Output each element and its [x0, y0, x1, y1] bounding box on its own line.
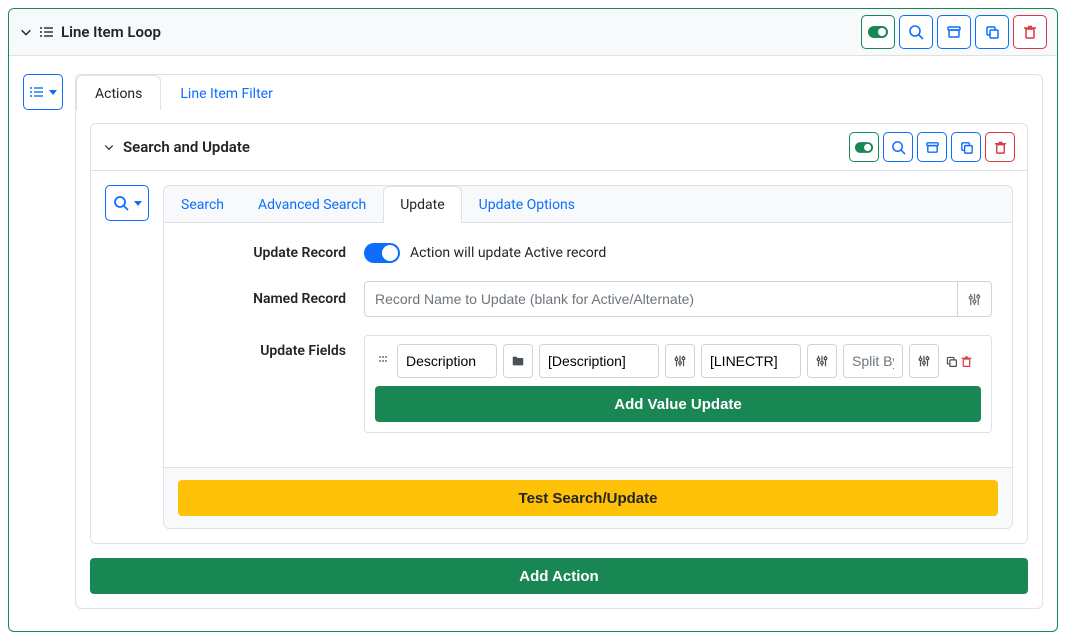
- value2-settings-button[interactable]: [807, 344, 837, 378]
- named-record-input[interactable]: [364, 281, 958, 317]
- subtab-update[interactable]: Update: [383, 186, 461, 223]
- action-search-button[interactable]: [883, 132, 913, 162]
- search-update-subhost: Search Advanced Search Update Update Opt…: [163, 185, 1013, 529]
- action-title-text: Search and Update: [123, 138, 250, 156]
- action-copy-button[interactable]: [951, 132, 981, 162]
- value1-settings-button[interactable]: [665, 344, 695, 378]
- panel-search-button[interactable]: [899, 15, 933, 49]
- row-delete-button[interactable]: [960, 355, 973, 368]
- action-enable-toggle[interactable]: [849, 132, 879, 162]
- subtab-update-options[interactable]: Update Options: [462, 186, 592, 223]
- tab-actions[interactable]: Actions: [76, 75, 161, 110]
- actions-list-dropdown[interactable]: [23, 74, 63, 110]
- field-row: [375, 344, 981, 378]
- value1-input[interactable]: [539, 344, 659, 378]
- subtab-search[interactable]: Search: [164, 186, 241, 223]
- field-name-input[interactable]: [397, 344, 497, 378]
- panel-title: Line Item Loop: [61, 23, 161, 41]
- named-record-label: Named Record: [184, 291, 364, 307]
- add-action-button[interactable]: Add Action: [90, 558, 1028, 594]
- update-record-hint: Action will update Active record: [410, 245, 606, 261]
- add-value-update-button[interactable]: Add Value Update: [375, 386, 981, 422]
- tab-line-item-filter[interactable]: Line Item Filter: [161, 75, 291, 110]
- update-fields-label: Update Fields: [184, 335, 364, 359]
- action-body: Search Advanced Search Update Update Opt…: [90, 171, 1028, 544]
- update-fields-box: Add Value Update: [364, 335, 992, 433]
- split-by-input[interactable]: [843, 344, 903, 378]
- drag-handle-icon[interactable]: [375, 354, 391, 368]
- caret-down-icon: [134, 201, 142, 206]
- action-header: Search and Update: [90, 123, 1028, 171]
- subtab-advanced-search[interactable]: Advanced Search: [241, 186, 383, 223]
- split-settings-button[interactable]: [909, 344, 939, 378]
- panel-archive-button[interactable]: [937, 15, 971, 49]
- panel-header: Line Item Loop: [9, 9, 1057, 56]
- update-record-label: Update Record: [184, 245, 364, 261]
- test-search-update-button[interactable]: Test Search/Update: [178, 480, 998, 516]
- caret-down-icon: [49, 90, 57, 95]
- named-record-settings-button[interactable]: [958, 281, 992, 317]
- panel-delete-button[interactable]: [1013, 15, 1047, 49]
- line-item-loop-panel: Line Item Loop: [8, 8, 1058, 632]
- action-delete-button[interactable]: [985, 132, 1015, 162]
- action-archive-button[interactable]: [917, 132, 947, 162]
- panel-enable-toggle[interactable]: [861, 15, 895, 49]
- row-copy-button[interactable]: [945, 355, 958, 368]
- list-icon: [39, 24, 55, 40]
- update-record-toggle[interactable]: [364, 243, 400, 263]
- search-mode-dropdown[interactable]: [105, 185, 149, 221]
- chevron-down-icon[interactable]: [103, 141, 115, 153]
- panel-copy-button[interactable]: [975, 15, 1009, 49]
- value2-input[interactable]: [701, 344, 801, 378]
- main-tab-host: Actions Line Item Filter Search and Upda…: [75, 74, 1043, 609]
- chevron-down-icon[interactable]: [19, 25, 33, 39]
- field-folder-button[interactable]: [503, 344, 533, 378]
